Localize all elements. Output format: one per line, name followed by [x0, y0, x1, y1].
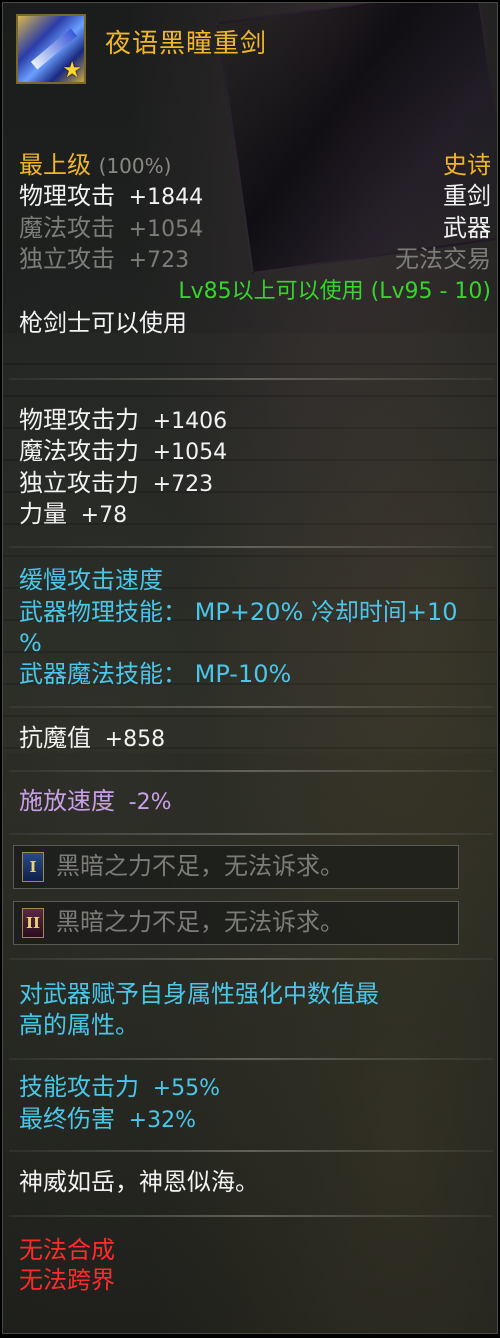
attack-stat-label: 魔法攻击力	[19, 437, 139, 465]
base-stat-value: +723	[128, 248, 190, 273]
divider	[9, 958, 493, 960]
base-stat-value: +1054	[128, 217, 204, 242]
base-stat-label: 独立攻击	[19, 245, 115, 273]
attack-stat-row: 力量 +78	[19, 499, 127, 531]
restriction-craft: 无法合成	[19, 1236, 115, 1264]
item-tooltip: ★ 夜语黑瞳重剑 最上级 (100%) 史诗 物理攻击 +1844 重剑 魔法攻…	[2, 2, 498, 1334]
grade-line: 最上级 (100%)	[19, 150, 171, 182]
bonus-stat-label: 技能攻击力	[19, 1073, 139, 1101]
slot-text: 黑暗之力不足，无法诉求。	[56, 852, 344, 880]
divider	[9, 706, 493, 708]
resist-value: +858	[104, 727, 166, 752]
flavor-text: 神威如岳，神恩似海。	[19, 1168, 259, 1196]
enchant-description-cont: 高的属性。	[19, 1011, 139, 1039]
base-stat-row: 魔法攻击 +1054	[19, 213, 203, 245]
attack-stat-value: +1406	[152, 409, 228, 434]
cast-speed-value: -2%	[128, 790, 172, 815]
base-stat-row: 物理攻击 +1844	[19, 181, 203, 213]
grade-percent: (100%)	[98, 154, 172, 178]
trade-status: 无法交易	[395, 245, 491, 273]
rarity-label: 史诗	[443, 151, 491, 179]
attack-stat-row: 物理攻击力 +1406	[19, 405, 227, 437]
grade-label: 最上级	[19, 151, 91, 179]
bonus-stat-value: +55%	[152, 1076, 220, 1101]
slot-badge-icon: II	[22, 908, 44, 938]
greatsword-icon: ★	[16, 14, 86, 84]
category-label: 武器	[443, 214, 491, 242]
divider	[9, 1150, 493, 1152]
background-scenery	[3, 333, 497, 753]
divider	[9, 770, 493, 772]
star-icon: ★	[62, 58, 82, 83]
restriction-cross-server: 无法跨界	[19, 1266, 115, 1294]
slot-badge-icon: I	[22, 852, 44, 882]
base-stat-label: 魔法攻击	[19, 214, 115, 242]
divider	[9, 1058, 493, 1060]
item-name: 夜语黑瞳重剑	[105, 29, 268, 59]
attack-stat-label: 力量	[19, 500, 67, 528]
base-stat-label: 物理攻击	[19, 182, 115, 210]
resist-row: 抗魔值 +858	[19, 723, 165, 755]
resist-label: 抗魔值	[19, 724, 91, 752]
attack-stat-value: +78	[80, 503, 128, 528]
bonus-stat-row: 最终伤害 +32%	[19, 1104, 196, 1136]
attack-stat-value: +1054	[152, 440, 228, 465]
weapon-type-label: 重剑	[443, 182, 491, 210]
cast-speed-label: 施放速度	[19, 787, 115, 815]
divider	[9, 833, 493, 835]
attack-stat-value: +723	[152, 472, 214, 497]
enchant-description: 对武器赋予自身属性强化中数值最	[19, 980, 379, 1008]
attack-stat-row: 独立攻击力 +723	[19, 468, 213, 500]
level-requirement: Lv85以上可以使用 (Lv95 - 10)	[178, 279, 491, 304]
slot-text: 黑暗之力不足，无法诉求。	[56, 908, 344, 936]
weapon-physical-skill-wrap: %	[19, 629, 42, 657]
base-stat-row: 独立攻击 +723	[19, 244, 189, 276]
enchant-slot-1: I 黑暗之力不足，无法诉求。	[13, 845, 459, 889]
attack-speed-line: 缓慢攻击速度	[19, 566, 163, 594]
attack-stat-label: 物理攻击力	[19, 406, 139, 434]
divider	[9, 1215, 493, 1217]
attack-stat-label: 独立攻击力	[19, 469, 139, 497]
enchant-slot-2: II 黑暗之力不足，无法诉求。	[13, 901, 459, 945]
weapon-physical-skill: 武器物理技能： MP+20% 冷却时间+10	[19, 598, 458, 626]
cast-speed-row: 施放速度 -2%	[19, 786, 171, 818]
class-requirement: 枪剑士可以使用	[19, 309, 187, 337]
divider	[9, 378, 493, 380]
bonus-stat-value: +32%	[128, 1108, 196, 1133]
attack-stat-row: 魔法攻击力 +1054	[19, 436, 227, 468]
weapon-magic-skill: 武器魔法技能： MP-10%	[19, 660, 292, 688]
divider	[9, 546, 493, 548]
bonus-stat-label: 最终伤害	[19, 1105, 115, 1133]
bonus-stat-row: 技能攻击力 +55%	[19, 1072, 220, 1104]
base-stat-value: +1844	[128, 185, 204, 210]
